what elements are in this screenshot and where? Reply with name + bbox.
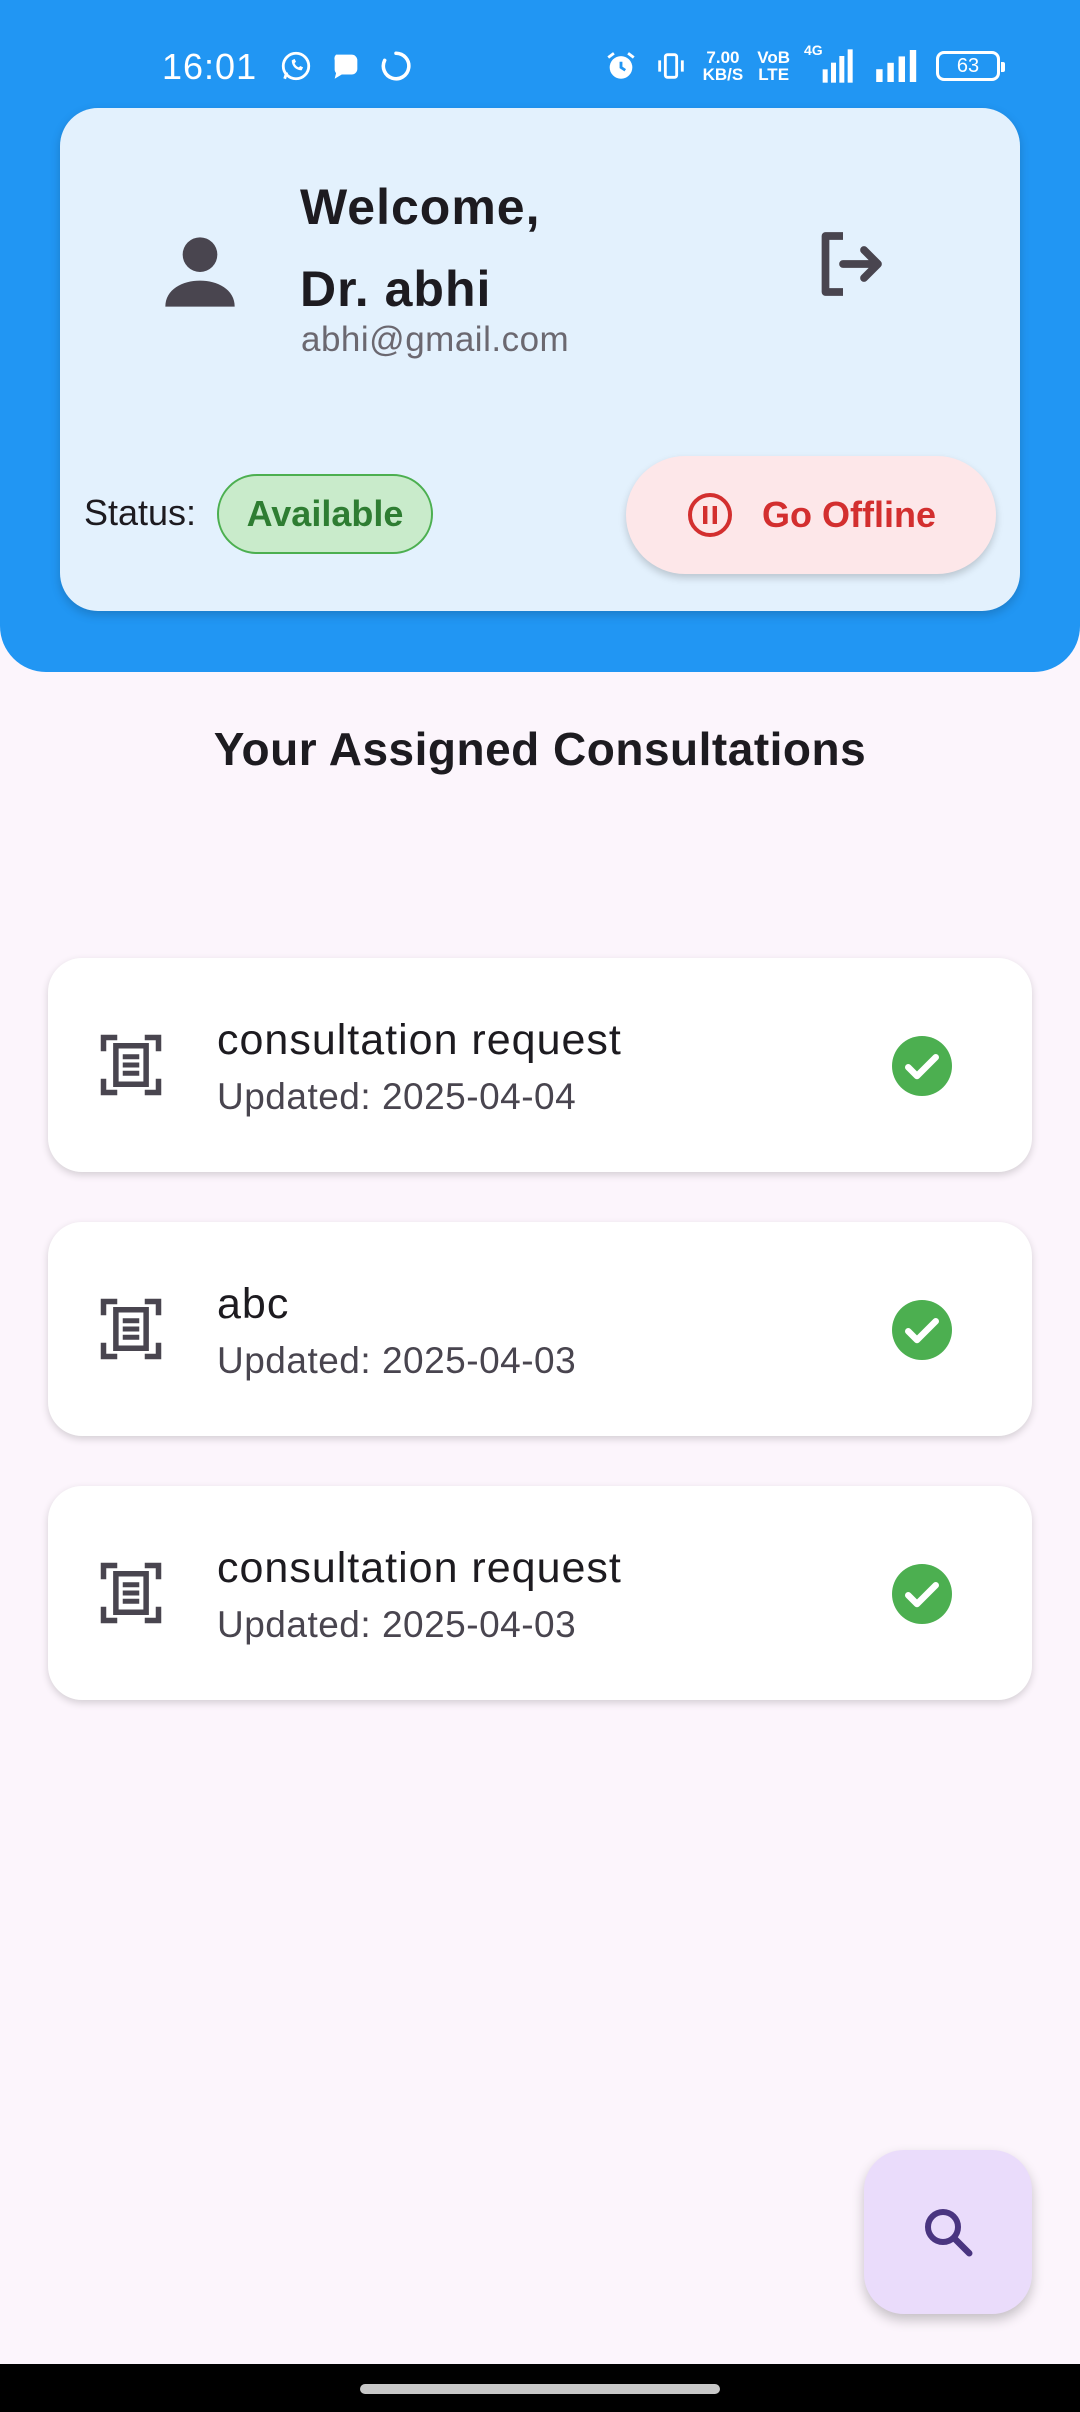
go-offline-button[interactable]: Go Offline — [626, 456, 996, 574]
section-title: Your Assigned Consultations — [213, 723, 867, 775]
doctor-email: abhi@gmail.com — [301, 320, 570, 359]
consultation-updated: Updated: 2025-04-03 — [217, 1340, 577, 1381]
status-badge: Available — [217, 474, 433, 554]
volte-indicator: VoB LTE — [757, 49, 790, 83]
home-gesture-handle[interactable] — [360, 2384, 720, 2394]
doctor-name: Dr. abhi — [300, 261, 492, 317]
whatsapp-icon — [278, 48, 314, 84]
consultation-title: abc — [217, 1280, 290, 1328]
consultation-list: consultation request Updated: 2025-04-04… — [48, 958, 1032, 1750]
consultation-title: consultation request — [217, 1016, 622, 1064]
network-speed-value: 7.00 — [706, 48, 740, 67]
volte-sub-label: LTE — [758, 65, 790, 84]
battery-level: 63 — [956, 54, 980, 77]
search-fab-button[interactable] — [864, 2150, 1032, 2314]
person-avatar-icon — [148, 220, 252, 324]
document-scanner-icon — [100, 1562, 162, 1624]
alarm-icon — [603, 48, 639, 84]
vibrate-icon — [653, 48, 689, 84]
status-time: 16:01 — [162, 46, 258, 87]
logout-icon — [821, 232, 882, 296]
document-scanner-icon — [100, 1298, 162, 1360]
network-speed-unit: KB/S — [702, 65, 744, 84]
signal-bars-icon: 4G — [804, 42, 858, 84]
welcome-text: Welcome, — [300, 179, 541, 235]
document-scanner-icon — [100, 1034, 162, 1096]
doctor-profile-card: Welcome, Dr. abhi abhi@gmail.com Status:… — [60, 108, 1020, 611]
welcome-heading: Welcome, Dr. abhi — [300, 166, 541, 330]
volte-label: VoB — [757, 48, 790, 67]
consultation-card[interactable]: consultation request Updated: 2025-04-04 — [48, 958, 1032, 1172]
network-speed: 7.00 KB/S — [703, 49, 744, 83]
network-type-label: 4G — [804, 42, 823, 58]
status-right-icons: 7.00 KB/S VoB LTE 4G 63 — [603, 42, 1005, 84]
chat-bubble-icon — [328, 48, 364, 84]
signal-bars-icon — [872, 48, 922, 84]
status-left-icons — [278, 48, 414, 84]
check-circle-icon — [892, 1300, 952, 1360]
check-circle-icon — [892, 1036, 952, 1096]
logout-button[interactable] — [798, 212, 902, 316]
pause-circle-icon — [688, 493, 732, 537]
consultation-card[interactable]: consultation request Updated: 2025-04-03 — [48, 1486, 1032, 1700]
check-circle-icon — [892, 1564, 952, 1624]
system-nav-bar — [0, 2364, 1080, 2412]
battery-indicator: 63 — [936, 51, 1005, 81]
consultation-updated: Updated: 2025-04-03 — [217, 1604, 577, 1645]
search-icon — [925, 2209, 973, 2257]
status-label: Status: — [84, 492, 197, 533]
go-offline-label: Go Offline — [762, 494, 936, 535]
consultation-card[interactable]: abc Updated: 2025-04-03 — [48, 1222, 1032, 1436]
sync-spinner-icon — [378, 48, 414, 84]
consultation-updated: Updated: 2025-04-04 — [217, 1076, 577, 1117]
consultation-title: consultation request — [217, 1544, 622, 1592]
